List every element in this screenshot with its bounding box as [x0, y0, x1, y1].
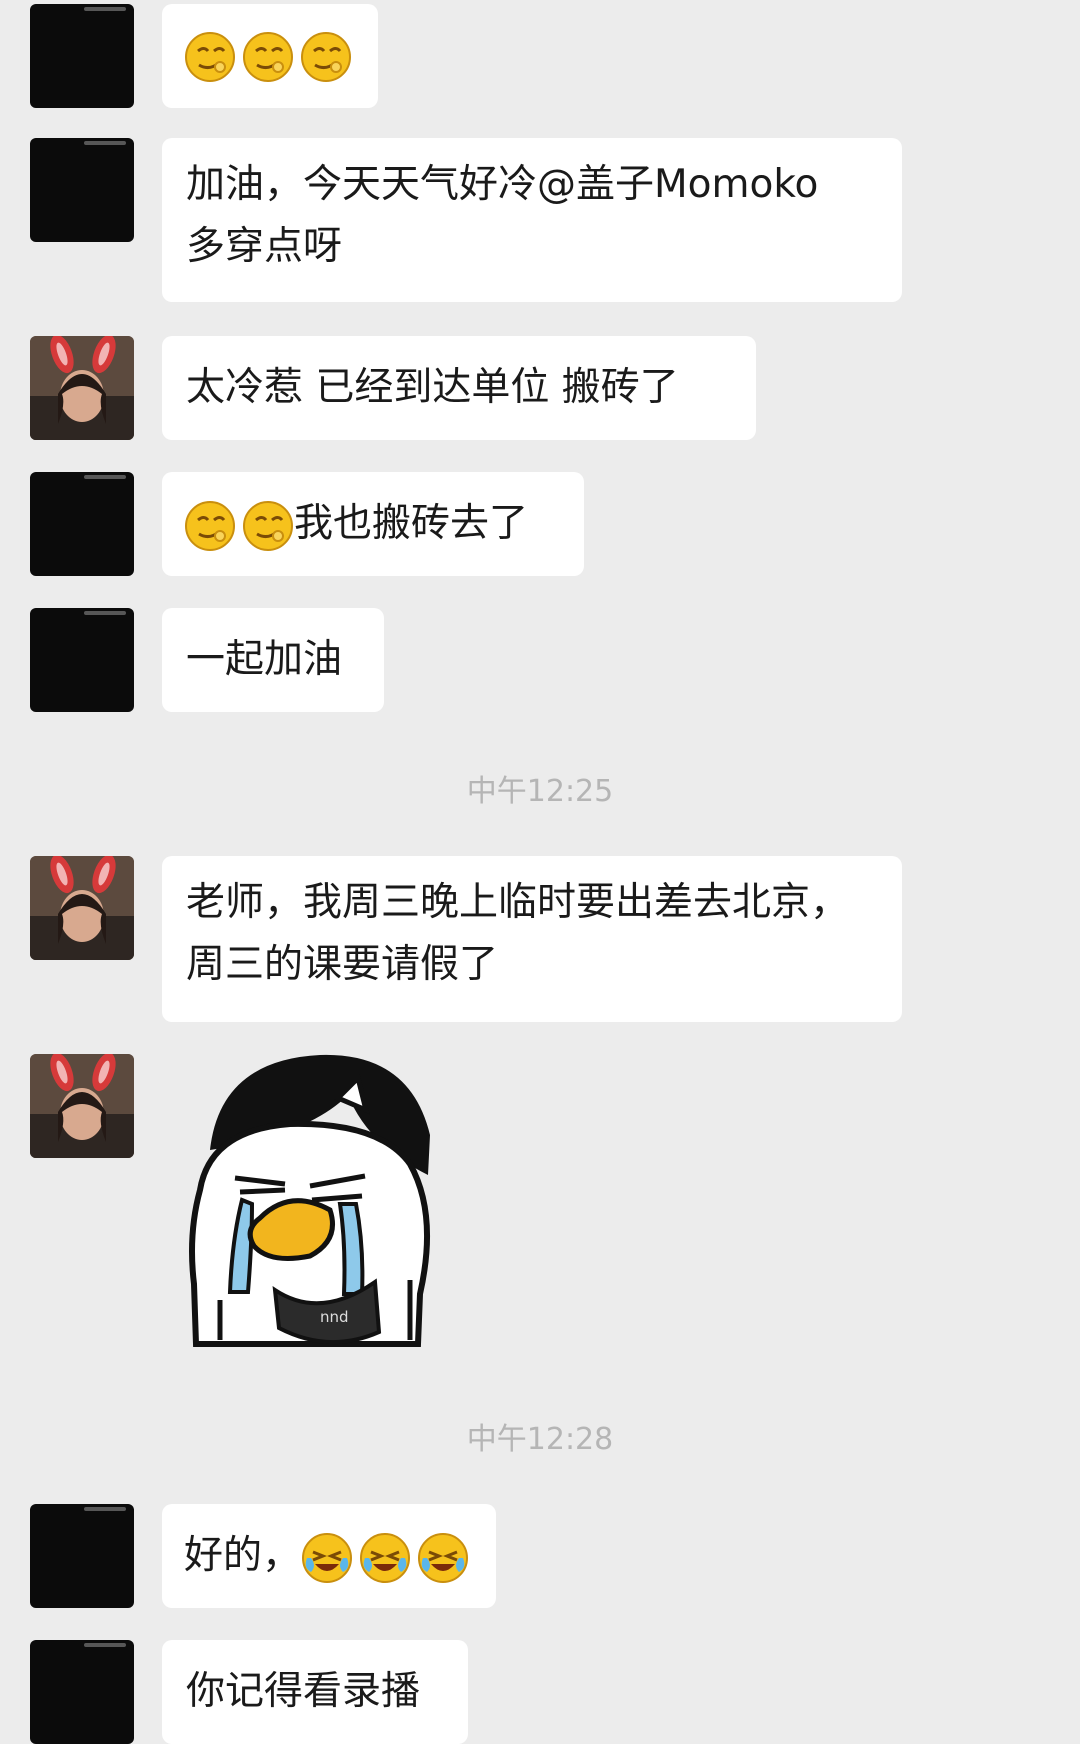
message-bubble[interactable]: 加油，今天天气好冷@盖子Momoko 多穿点呀 — [162, 138, 902, 302]
bunny-ears-portrait-icon — [30, 336, 134, 440]
message-text: 我也搬砖去了 — [294, 501, 529, 546]
message-text: 加油，今天天气好冷@盖子Momoko — [186, 162, 819, 207]
avatar[interactable] — [30, 138, 134, 242]
avatar[interactable] — [30, 4, 134, 108]
bunny-ears-portrait-icon — [30, 856, 134, 960]
message-text: 太冷惹 已经到达单位 搬砖了 — [186, 365, 679, 410]
timestamp: 中午12:28 — [466, 1422, 614, 1457]
message-text: 老师，我周三晚上临时要出差去北京， — [186, 880, 850, 925]
message-bubble[interactable]: 一起加油 — [162, 608, 384, 712]
message-text: 一起加油 — [186, 637, 343, 682]
bunny-ears-portrait-icon — [30, 1054, 134, 1158]
message-bubble[interactable]: 你记得看录播 — [162, 1640, 468, 1744]
message-bubble[interactable] — [162, 4, 378, 108]
avatar[interactable] — [30, 856, 134, 960]
emoji-row — [184, 31, 352, 83]
message-text: 你记得看录播 — [186, 1669, 421, 1714]
sticker-text: nnd — [320, 1308, 349, 1326]
message-bubble[interactable]: 好的， — [162, 1504, 496, 1608]
emoji-row — [184, 500, 294, 552]
message-line: 我也搬砖去了 — [184, 493, 562, 555]
avatar[interactable] — [30, 608, 134, 712]
avatar[interactable] — [30, 336, 134, 440]
avatar[interactable] — [30, 1640, 134, 1744]
message-bubble[interactable]: 老师，我周三晚上临时要出差去北京， 周三的课要请假了 — [162, 856, 902, 1022]
message-text: 多穿点呀 — [186, 224, 343, 269]
avatar[interactable] — [30, 1054, 134, 1158]
smirk-face-icon — [185, 500, 235, 551]
crying-duck-sticker[interactable]: nnd — [180, 1050, 450, 1350]
message-text: 周三的课要请假了 — [186, 942, 499, 987]
tears-of-joy-icon — [418, 1532, 469, 1583]
smirk-face-icon — [301, 31, 351, 82]
chat-message-list[interactable]: 加油，今天天气好冷@盖子Momoko 多穿点呀 太冷惹 已经到达单位 搬砖了 我… — [0, 0, 1080, 1744]
tears-of-joy-icon — [302, 1532, 353, 1583]
message-bubble[interactable]: 我也搬砖去了 — [162, 472, 584, 576]
avatar[interactable] — [30, 472, 134, 576]
tears-of-joy-icon — [360, 1532, 411, 1583]
message-text: 好的， — [184, 1533, 302, 1578]
emoji-row — [301, 1532, 469, 1584]
smirk-face-icon — [243, 31, 293, 82]
smirk-face-icon — [243, 500, 293, 551]
smirk-face-icon — [185, 31, 235, 82]
message-bubble[interactable]: 太冷惹 已经到达单位 搬砖了 — [162, 336, 756, 440]
message-line: 好的， — [184, 1525, 474, 1587]
timestamp: 中午12:25 — [466, 774, 614, 809]
avatar[interactable] — [30, 1504, 134, 1608]
